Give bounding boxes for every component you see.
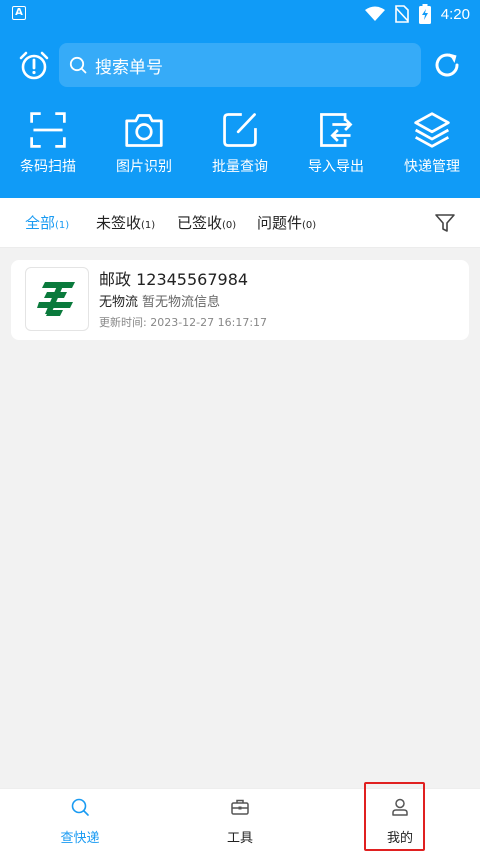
tab-unsigned[interactable]: 未签收(1) — [96, 212, 155, 233]
tab-label: 全部 — [25, 214, 56, 232]
app-notification-icon: A — [12, 6, 26, 20]
tab-problem[interactable]: 问题件(0) — [257, 212, 316, 233]
filter-icon[interactable] — [434, 212, 456, 234]
highlight-annotation-box — [364, 782, 425, 851]
tool-label: 条码扫描 — [20, 159, 76, 175]
toolbox-icon — [231, 799, 249, 815]
tab-count: (1) — [141, 220, 156, 231]
parcel-updated-time: 更新时间: 2023-12-27 16:17:17 — [99, 316, 268, 329]
parcel-title: 邮政 12345567984 — [99, 270, 249, 289]
wifi-icon — [364, 6, 385, 21]
camera-icon — [125, 114, 163, 147]
tool-label: 图片识别 — [116, 159, 172, 175]
nav-query-courier[interactable]: 查快递 — [0, 789, 160, 854]
china-post-logo-mark — [37, 282, 75, 316]
clock-time: 4:20 — [440, 5, 470, 23]
refresh-icon[interactable] — [432, 50, 462, 80]
tool-label: 快递管理 — [404, 159, 460, 175]
tool-row: 条码扫描 图片识别 批量查询 导入导出 快递管理 — [0, 110, 480, 176]
parcel-status-line: 无物流 暂无物流信息 — [99, 291, 220, 310]
tab-label: 问题件 — [257, 214, 303, 232]
tab-label: 未签收 — [96, 214, 142, 232]
nav-label: 查快递 — [60, 831, 100, 846]
nav-tools[interactable]: 工具 — [160, 789, 320, 854]
tab-label: 已签收 — [177, 214, 223, 232]
import-export-icon — [320, 113, 353, 147]
tool-barcode-scan[interactable]: 条码扫描 — [0, 110, 96, 176]
tool-batch-query[interactable]: 批量查询 — [192, 110, 288, 176]
tool-import-export[interactable]: 导入导出 — [288, 110, 384, 176]
tool-image-recognition[interactable]: 图片识别 — [96, 110, 192, 176]
parcel-status-detail: 暂无物流信息 — [142, 295, 221, 310]
scan-frame-icon — [30, 112, 66, 148]
tool-courier-management[interactable]: 快递管理 — [384, 110, 480, 176]
search-icon — [71, 798, 89, 816]
search-icon — [69, 56, 87, 74]
header: 搜索单号 条码扫描 图片识别 批量查询 导入导出 快递管理 — [0, 28, 480, 198]
tab-all[interactable]: 全部(1) — [25, 212, 69, 233]
china-post-logo — [25, 267, 89, 331]
search-input[interactable]: 搜索单号 — [59, 43, 421, 87]
tool-label: 导入导出 — [308, 159, 364, 175]
status-icons: 4:20 — [364, 4, 470, 24]
tab-count: (0) — [222, 220, 237, 231]
parcel-card[interactable]: 邮政 12345567984 无物流 暂无物流信息 更新时间: 2023-12-2… — [11, 260, 469, 340]
tool-label: 批量查询 — [212, 159, 268, 175]
edit-icon — [223, 113, 257, 147]
nav-label: 工具 — [226, 831, 253, 846]
parcel-status: 无物流 — [99, 295, 139, 310]
no-sim-icon — [394, 5, 409, 23]
status-tabs: 全部(1) 未签收(1) 已签收(0) 问题件(0) — [0, 198, 480, 248]
tab-count: (1) — [55, 220, 70, 231]
tab-signed[interactable]: 已签收(0) — [177, 212, 236, 233]
battery-charging-icon — [418, 4, 431, 24]
layers-icon — [414, 112, 450, 148]
alarm-clock-icon[interactable] — [18, 50, 50, 82]
tab-count: (0) — [302, 220, 317, 231]
status-bar: A 4:20 — [0, 0, 480, 28]
search-placeholder: 搜索单号 — [95, 57, 163, 78]
